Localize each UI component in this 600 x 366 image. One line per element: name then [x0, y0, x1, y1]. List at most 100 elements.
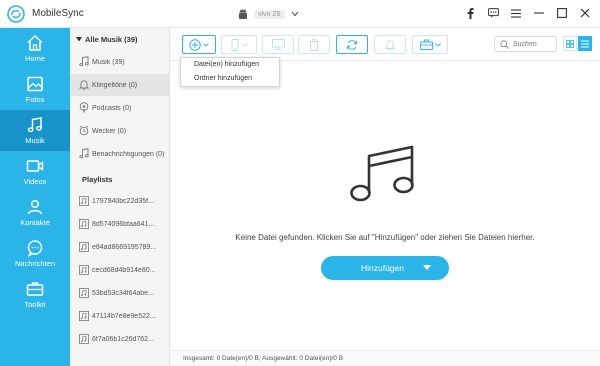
mobilesync-logo-icon	[7, 5, 25, 23]
nav-item-toolkit[interactable]: Toolkit	[0, 274, 70, 315]
playlist-item[interactable]: 1797940bc22d35f...	[70, 190, 170, 213]
feedback-icon[interactable]	[486, 6, 500, 20]
nav-label-toolkit: Toolkit	[24, 300, 46, 309]
android-icon	[239, 8, 247, 19]
nav-label-home: Home	[24, 54, 45, 63]
grid-view-button[interactable]	[563, 36, 577, 51]
music-note-icon	[79, 56, 89, 67]
category-label-klingeltoene: Klingeltöne (0)	[92, 81, 138, 89]
add-circle-icon	[189, 38, 201, 51]
playlist-icon	[79, 265, 89, 275]
device-selector[interactable]: vivo Z6	[238, 7, 299, 21]
chevron-down-icon	[434, 42, 441, 47]
all-music-label: Alle Musik (39)	[85, 35, 138, 44]
add-dropdown-menu: Datei(en) hinzufügen Ordner hinzufügen	[180, 57, 280, 87]
playlist-icon	[79, 334, 89, 344]
export-to-device-button[interactable]	[221, 35, 257, 54]
category-item-podcasts[interactable]: Podcasts (0)	[70, 97, 170, 119]
grid-view-icon	[566, 39, 574, 48]
export-to-pc-button[interactable]	[262, 35, 294, 54]
playlist-item[interactable]: 47114b7e8e9e522...	[70, 305, 170, 328]
bell-icon	[79, 80, 89, 90]
podcast-icon	[79, 102, 89, 113]
trash-icon	[309, 38, 319, 51]
ringtone-maker-button[interactable]	[374, 35, 406, 54]
playlist-item[interactable]: 8d574096bfaa641...	[70, 213, 170, 236]
menu-item-add-folder[interactable]: Ordner hinzufügen	[194, 75, 252, 82]
refresh-icon	[347, 39, 357, 50]
playlist-label: e84ad8669195789...	[92, 244, 157, 251]
chevron-down-icon	[203, 42, 209, 47]
nav-item-kontakte[interactable]: Kontakte	[0, 192, 70, 233]
nav-item-nachrichten[interactable]: Nachrichten	[0, 233, 70, 274]
nav-item-home[interactable]: Home	[0, 28, 70, 69]
nav-label-nachrichten: Nachrichten	[14, 259, 56, 268]
list-view-button[interactable]	[578, 36, 592, 51]
alarm-icon	[79, 125, 89, 136]
category-item-klingeltoene[interactable]: Klingeltöne (0)	[70, 74, 170, 96]
playlist-icon	[79, 242, 89, 252]
category-label-podcasts: Podcasts (0)	[92, 104, 132, 112]
toolbox-button[interactable]	[412, 35, 448, 54]
status-bar: Insgesamt: 0 Date(en)/0 B; Ausgewählt: 0…	[170, 350, 600, 366]
empty-state-message: Keine Datei gefunden. Klicken Sie auf "H…	[235, 233, 535, 242]
nav-item-fotos[interactable]: Fotos	[0, 69, 70, 110]
refresh-button[interactable]	[336, 35, 368, 54]
music-icon	[27, 117, 42, 133]
search-box[interactable]	[494, 36, 557, 52]
toolbox-icon	[419, 39, 433, 50]
main-sidebar: Home Fotos Musik Videos Kontakte Nachric…	[0, 28, 70, 366]
playlist-label: 1797940bc22d35f...	[92, 198, 154, 205]
chevron-down-icon	[291, 11, 298, 17]
all-music-header[interactable]: Alle Musik (39)	[76, 35, 138, 44]
photo-icon	[27, 76, 43, 92]
nav-label-musik: Musik	[25, 136, 45, 145]
playlist-item[interactable]: 6f7a06b1c26d762...	[70, 328, 170, 351]
playlist-item[interactable]: e84ad8669195789...	[70, 236, 170, 259]
category-item-musik[interactable]: Musik (39)	[70, 51, 170, 73]
category-item-wecker[interactable]: Wecker (0)	[70, 120, 170, 142]
category-list: Alle Musik (39) Musik (39) Klingeltöne (…	[70, 28, 170, 366]
window-controls	[463, 6, 592, 20]
list-view-icon	[581, 40, 589, 47]
nav-item-videos[interactable]: Videos	[0, 151, 70, 192]
category-label-musik: Musik (39)	[92, 58, 125, 66]
add-main-button[interactable]: Hinzufügen	[321, 256, 449, 280]
playlist-icon	[79, 311, 89, 321]
playlist-label: 6f7a06b1c26d762...	[92, 336, 154, 343]
search-input[interactable]	[513, 39, 553, 50]
nav-label-kontakte: Kontakte	[20, 218, 50, 227]
nav-item-musik[interactable]: Musik	[0, 110, 70, 151]
nav-label-fotos: Fotos	[25, 95, 45, 104]
facebook-icon[interactable]	[463, 6, 477, 20]
nav-label-videos: Videos	[23, 177, 47, 186]
menu-item-add-files[interactable]: Datei(en) hinzufügen	[194, 61, 259, 68]
playlist-icon	[79, 288, 89, 298]
delete-button[interactable]	[298, 35, 330, 54]
playlist-label: 47114b7e8e9e522...	[92, 313, 156, 320]
playlist-label: cecd68d4b914e80...	[92, 267, 156, 274]
add-main-button-label: Hinzufügen	[361, 263, 405, 273]
menu-icon[interactable]	[509, 6, 523, 20]
add-button[interactable]	[182, 35, 216, 54]
playlist-item[interactable]: 53bd53c34f64abe...	[70, 282, 170, 305]
playlist-item[interactable]: cecd68d4b914e80...	[70, 259, 170, 282]
minimize-icon[interactable]	[532, 6, 546, 20]
music-empty-icon	[350, 145, 414, 202]
playlists-header: Playlists	[82, 175, 113, 184]
app-title: MobileSync	[32, 8, 84, 19]
category-label-benachrichtigungen: Benachrichtigungen (0)	[92, 150, 165, 158]
playlist-label: 8d574096bfaa641...	[92, 221, 155, 228]
monitor-icon	[271, 39, 285, 50]
video-icon	[26, 160, 44, 172]
category-item-benachrichtigungen[interactable]: Benachrichtigungen (0)	[70, 143, 170, 165]
contacts-icon	[27, 199, 43, 215]
caret-down-icon[interactable]	[423, 265, 431, 270]
triangle-down-icon	[76, 37, 82, 42]
playlist-label: 53bd53c34f64abe...	[92, 290, 154, 297]
notification-icon	[79, 148, 89, 159]
close-icon[interactable]	[578, 6, 592, 20]
maximize-icon[interactable]	[555, 6, 569, 20]
toolkit-icon	[26, 282, 44, 296]
bell-icon	[385, 39, 395, 50]
